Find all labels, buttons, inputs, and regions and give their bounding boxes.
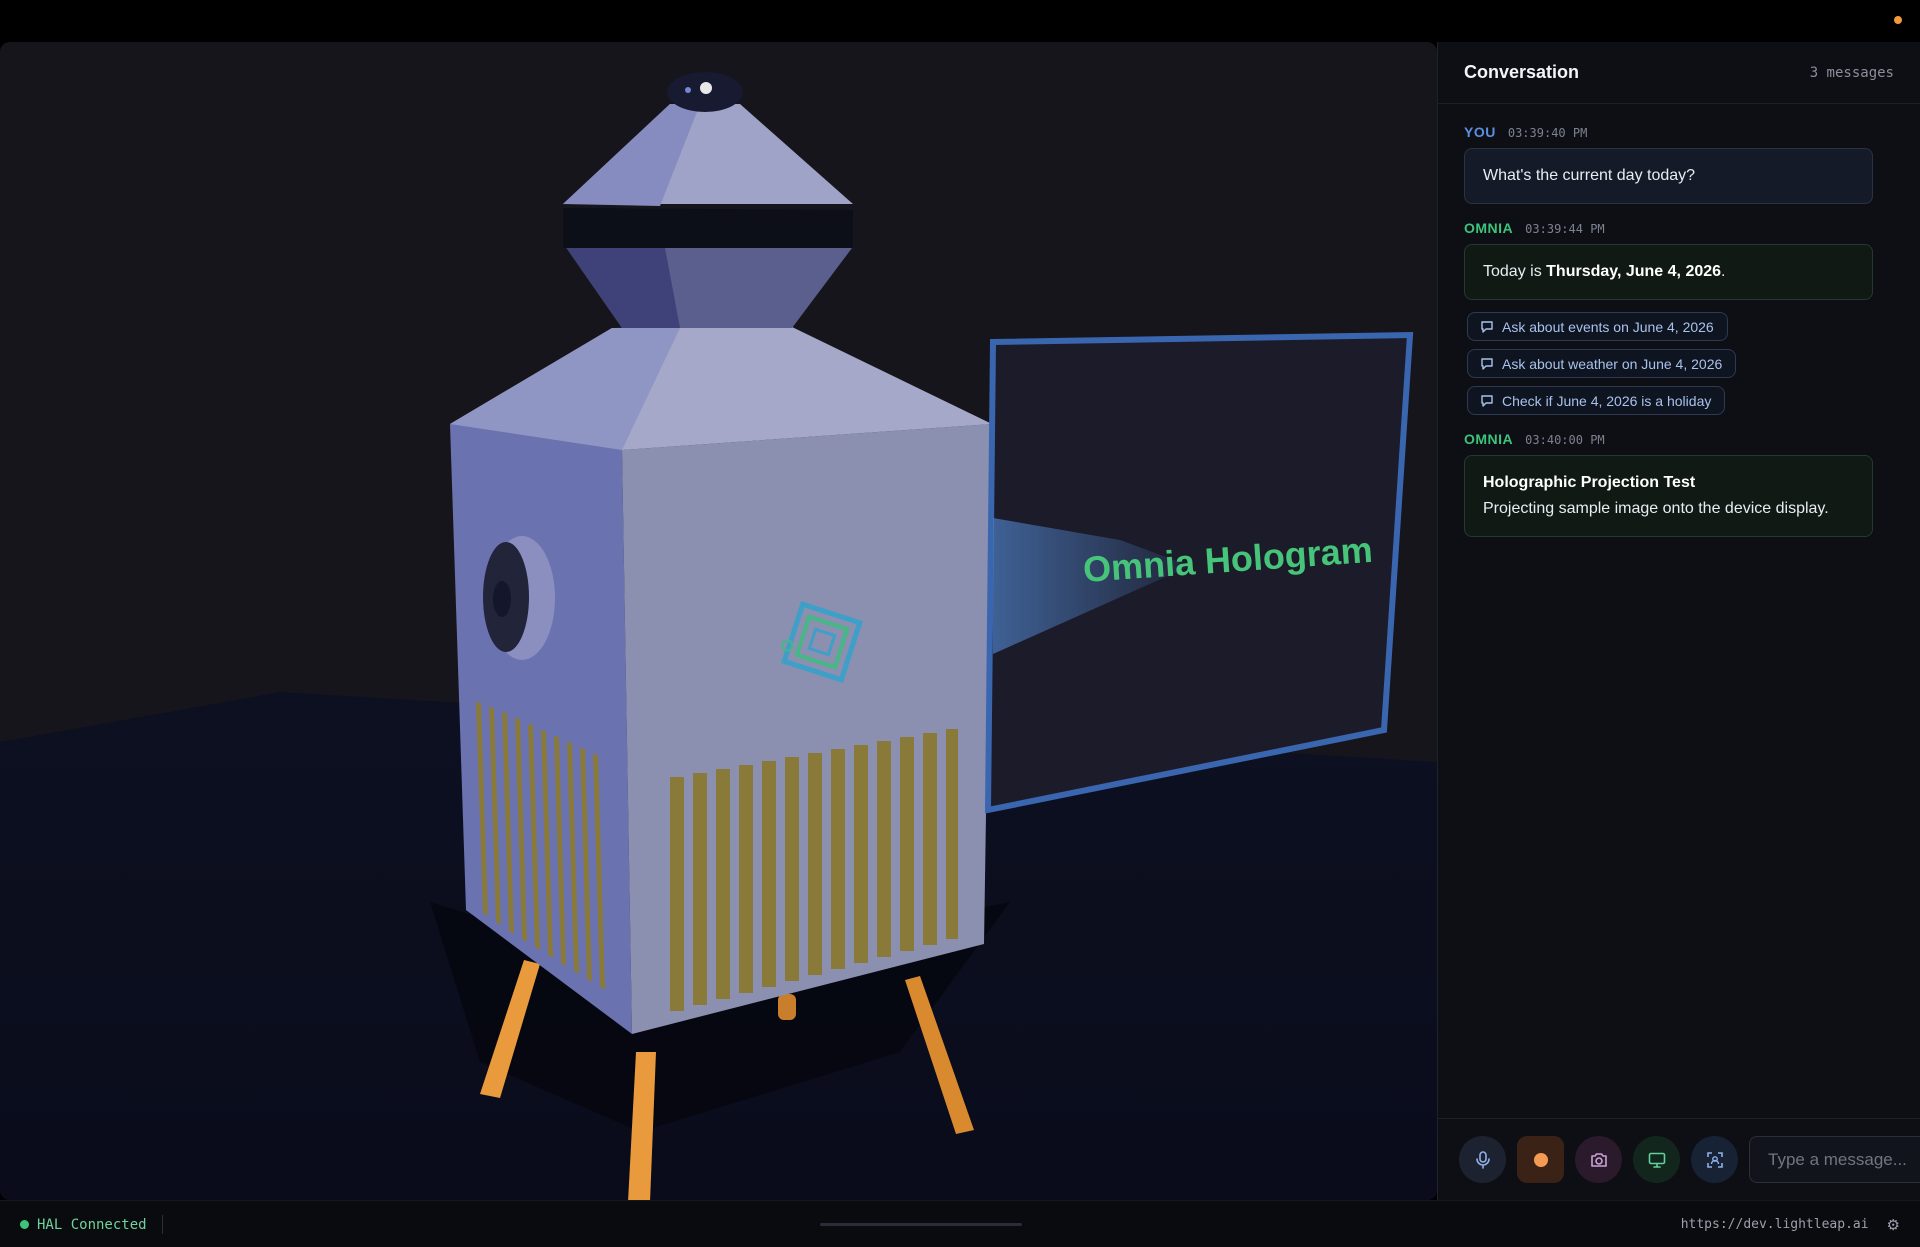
message-card: Holographic Projection Test Projecting s… <box>1464 455 1873 537</box>
suggestion-list: Ask about events on June 4, 2026 Ask abo… <box>1467 312 1873 415</box>
message-user: YOU 03:39:40 PM What's the current day t… <box>1464 124 1873 204</box>
resize-handle[interactable] <box>820 1223 1022 1226</box>
message-author: YOU <box>1464 124 1496 140</box>
monitor-icon <box>1648 1152 1665 1168</box>
scan-icon <box>1706 1151 1723 1168</box>
connection-status-dot <box>20 1220 29 1229</box>
suggestion-chip-holiday[interactable]: Check if June 4, 2026 is a holiday <box>1467 386 1726 415</box>
gear-icon[interactable]: ⚙ <box>1887 1216 1900 1234</box>
3d-viewport[interactable]: Omnia Hologram <box>0 42 1437 1200</box>
conversation-panel: Conversation 3 messages YOU 03:39:40 PM … <box>1437 42 1920 1200</box>
message-bubble: What's the current day today? <box>1464 148 1873 204</box>
status-divider <box>162 1215 163 1234</box>
message-assistant: OMNIA 03:39:44 PM Today is Thursday, Jun… <box>1464 220 1873 415</box>
scan-button[interactable] <box>1691 1136 1738 1183</box>
chat-bubble-icon <box>1481 357 1493 370</box>
server-url: https://dev.lightleap.ai <box>1680 1217 1869 1232</box>
composer <box>1438 1118 1920 1200</box>
camera-button[interactable] <box>1575 1136 1622 1183</box>
panel-title: Conversation <box>1464 62 1580 82</box>
suggestion-label: Check if June 4, 2026 is a holiday <box>1502 392 1712 409</box>
message-list[interactable]: YOU 03:39:40 PM What's the current day t… <box>1438 104 1920 537</box>
camera-icon <box>1590 1152 1607 1167</box>
leg-back <box>778 994 796 1020</box>
card-body: Projecting sample image onto the device … <box>1483 500 1829 517</box>
status-bar: HAL Connected https://dev.lightleap.ai ⚙ <box>0 1200 1920 1247</box>
screen-share-button[interactable] <box>1633 1136 1680 1183</box>
message-input[interactable] <box>1749 1136 1920 1183</box>
message-text-bold: Thursday, June 4, 2026 <box>1546 263 1722 280</box>
message-time: 03:39:44 PM <box>1525 222 1605 236</box>
suggestion-label: Ask about events on June 4, 2026 <box>1502 318 1714 335</box>
panel-header: Conversation 3 messages <box>1438 42 1920 104</box>
record-button[interactable] <box>1517 1136 1564 1183</box>
message-text-prefix: Today is <box>1483 263 1547 280</box>
card-title: Holographic Projection Test <box>1483 474 1696 491</box>
suggestion-chip-weather[interactable]: Ask about weather on June 4, 2026 <box>1467 349 1737 378</box>
notification-dot <box>1894 16 1902 24</box>
message-text: What's the current day today? <box>1483 167 1696 184</box>
chat-bubble-icon <box>1481 394 1493 407</box>
connection-status: HAL Connected <box>37 1216 147 1233</box>
top-bar <box>0 0 1920 42</box>
chat-bubble-icon <box>1481 320 1493 333</box>
suggestion-label: Ask about weather on June 4, 2026 <box>1502 355 1723 372</box>
message-count: 3 messages <box>1809 64 1894 81</box>
message-text-suffix: . <box>1721 263 1726 280</box>
microphone-icon <box>1475 1150 1490 1169</box>
microphone-button[interactable] <box>1459 1136 1506 1183</box>
message-author: OMNIA <box>1464 431 1514 447</box>
message-assistant: OMNIA 03:40:00 PM Holographic Projection… <box>1464 431 1873 537</box>
message-time: 03:40:00 PM <box>1525 433 1605 447</box>
message-bubble: Today is Thursday, June 4, 2026. <box>1464 244 1873 300</box>
head-band <box>563 208 853 248</box>
suggestion-chip-events[interactable]: Ask about events on June 4, 2026 <box>1467 312 1728 341</box>
message-author: OMNIA <box>1464 220 1514 236</box>
record-icon <box>1533 1152 1548 1167</box>
message-time: 03:39:40 PM <box>1507 126 1588 140</box>
